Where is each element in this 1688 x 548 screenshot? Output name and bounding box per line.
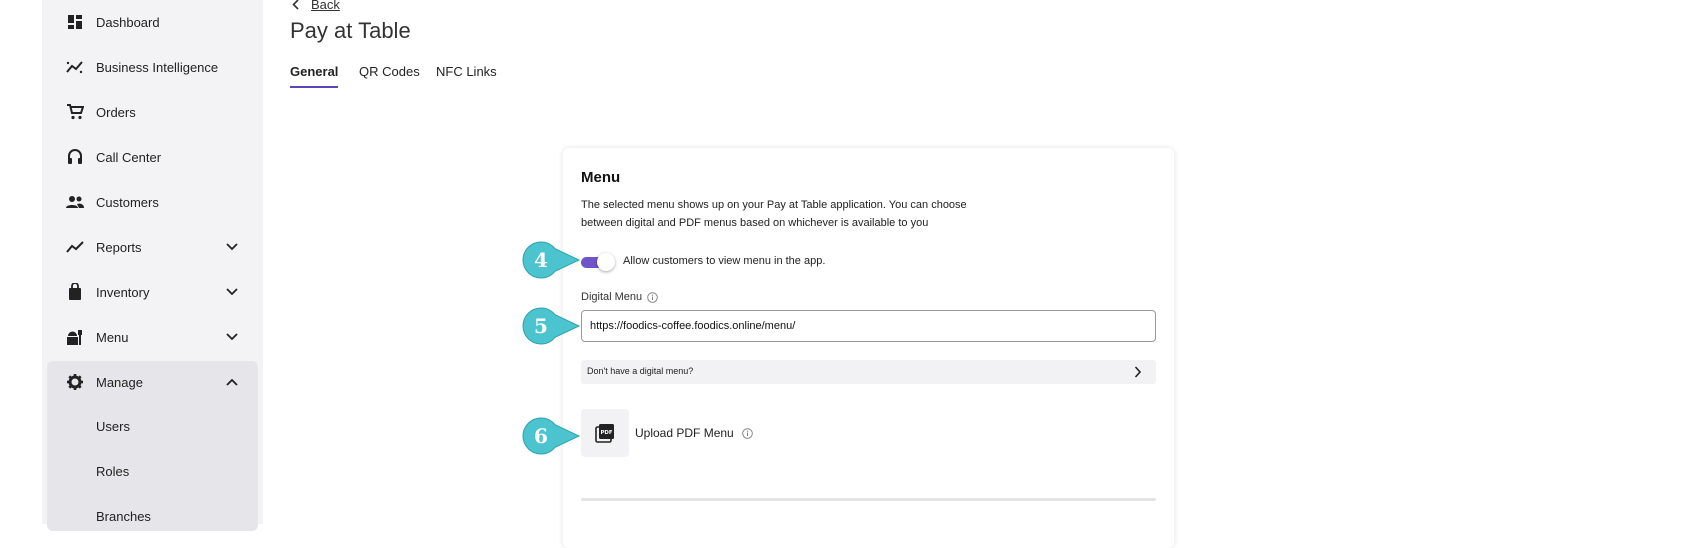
svg-text:6: 6 bbox=[534, 424, 548, 448]
toggle-label: Allow customers to view menu in the app. bbox=[623, 255, 826, 267]
card-description-line: between digital and PDF menus based on w… bbox=[581, 217, 929, 229]
menu-card: Menu The selected menu shows up on your … bbox=[563, 148, 1174, 548]
digital-menu-label-text: Digital Menu bbox=[581, 291, 643, 303]
chevron-down-icon[interactable] bbox=[225, 330, 239, 344]
sidebar-item-label: Business Intelligence bbox=[96, 59, 219, 75]
no-digital-menu-label: Don't have a digital menu? bbox=[587, 366, 694, 376]
sidebar: Dashboard Business Intelligence Orders C… bbox=[42, 0, 263, 531]
card-description-line: The selected menu shows up on your Pay a… bbox=[581, 199, 967, 211]
gear-icon bbox=[66, 373, 84, 391]
upload-pdf-label: Upload PDF Menu bbox=[635, 426, 753, 440]
back-label: Back bbox=[311, 0, 340, 12]
sidebar-item-label: Reports bbox=[96, 239, 142, 255]
chevron-down-icon[interactable] bbox=[225, 285, 239, 299]
chevron-left-icon bbox=[292, 0, 299, 10]
sidebar-item-reports[interactable]: Reports bbox=[42, 225, 263, 269]
sidebar-item-menu[interactable]: Menu bbox=[42, 315, 263, 359]
step-callout-6: 6 bbox=[521, 414, 581, 458]
upload-pdf-label-text: Upload PDF Menu bbox=[635, 426, 734, 440]
people-icon bbox=[66, 193, 84, 211]
info-icon[interactable] bbox=[741, 427, 753, 439]
sidebar-item-manage[interactable]: Manage bbox=[42, 360, 263, 404]
view-menu-toggle[interactable] bbox=[581, 253, 615, 271]
sidebar-item-orders[interactable]: Orders bbox=[42, 90, 263, 134]
chevron-right-icon bbox=[1134, 365, 1146, 379]
card-title: Menu bbox=[581, 169, 621, 186]
cart-icon bbox=[66, 103, 84, 121]
sidebar-subitem-branches[interactable]: Branches bbox=[96, 509, 151, 524]
chevron-down-icon[interactable] bbox=[225, 240, 239, 254]
headset-icon bbox=[66, 148, 84, 166]
tab-general[interactable]: General bbox=[290, 64, 339, 88]
tab-nfc-links[interactable]: NFC Links bbox=[436, 64, 497, 86]
toggle-knob bbox=[597, 253, 615, 271]
sidebar-item-label: Customers bbox=[96, 194, 159, 210]
sidebar-item-business-intelligence[interactable]: Business Intelligence bbox=[42, 45, 263, 89]
page-title: Pay at Table bbox=[290, 18, 411, 43]
tab-qr-codes[interactable]: QR Codes bbox=[359, 64, 420, 86]
svg-text:4: 4 bbox=[534, 248, 548, 272]
sidebar-item-call-center[interactable]: Call Center bbox=[42, 135, 263, 179]
dashboard-icon bbox=[66, 13, 84, 31]
sidebar-subitem-users[interactable]: Users bbox=[96, 419, 130, 434]
divider bbox=[581, 498, 1156, 501]
info-icon[interactable] bbox=[647, 291, 658, 303]
digital-menu-label: Digital Menu bbox=[581, 291, 658, 303]
svg-text:5: 5 bbox=[534, 314, 548, 338]
step-callout-4: 4 bbox=[521, 238, 581, 282]
food-icon bbox=[66, 328, 84, 346]
sidebar-item-label: Orders bbox=[96, 104, 136, 120]
sidebar-item-label: Dashboard bbox=[96, 14, 160, 30]
sidebar-item-customers[interactable]: Customers bbox=[42, 180, 263, 224]
card-description: The selected menu shows up on your Pay a… bbox=[581, 196, 981, 232]
digital-menu-url-input[interactable] bbox=[581, 310, 1156, 342]
no-digital-menu-row[interactable]: Don't have a digital menu? bbox=[581, 360, 1156, 384]
sidebar-subitem-roles[interactable]: Roles bbox=[96, 464, 129, 479]
pdf-icon: PDF bbox=[594, 422, 616, 444]
step-callout-5: 5 bbox=[521, 304, 581, 348]
trend-icon bbox=[66, 58, 84, 76]
sidebar-item-label: Manage bbox=[96, 374, 143, 390]
sidebar-item-label: Call Center bbox=[96, 149, 162, 165]
sidebar-item-dashboard[interactable]: Dashboard bbox=[42, 0, 263, 44]
chart-icon bbox=[66, 238, 84, 256]
sidebar-item-inventory[interactable]: Inventory bbox=[42, 270, 263, 314]
chevron-up-icon[interactable] bbox=[225, 375, 239, 389]
upload-pdf-button[interactable]: PDF bbox=[581, 409, 629, 457]
sidebar-item-label: Inventory bbox=[96, 284, 150, 300]
bag-icon bbox=[66, 283, 84, 301]
sidebar-item-label: Menu bbox=[96, 329, 129, 345]
back-link[interactable]: Back bbox=[292, 0, 340, 12]
svg-text:PDF: PDF bbox=[600, 430, 612, 436]
